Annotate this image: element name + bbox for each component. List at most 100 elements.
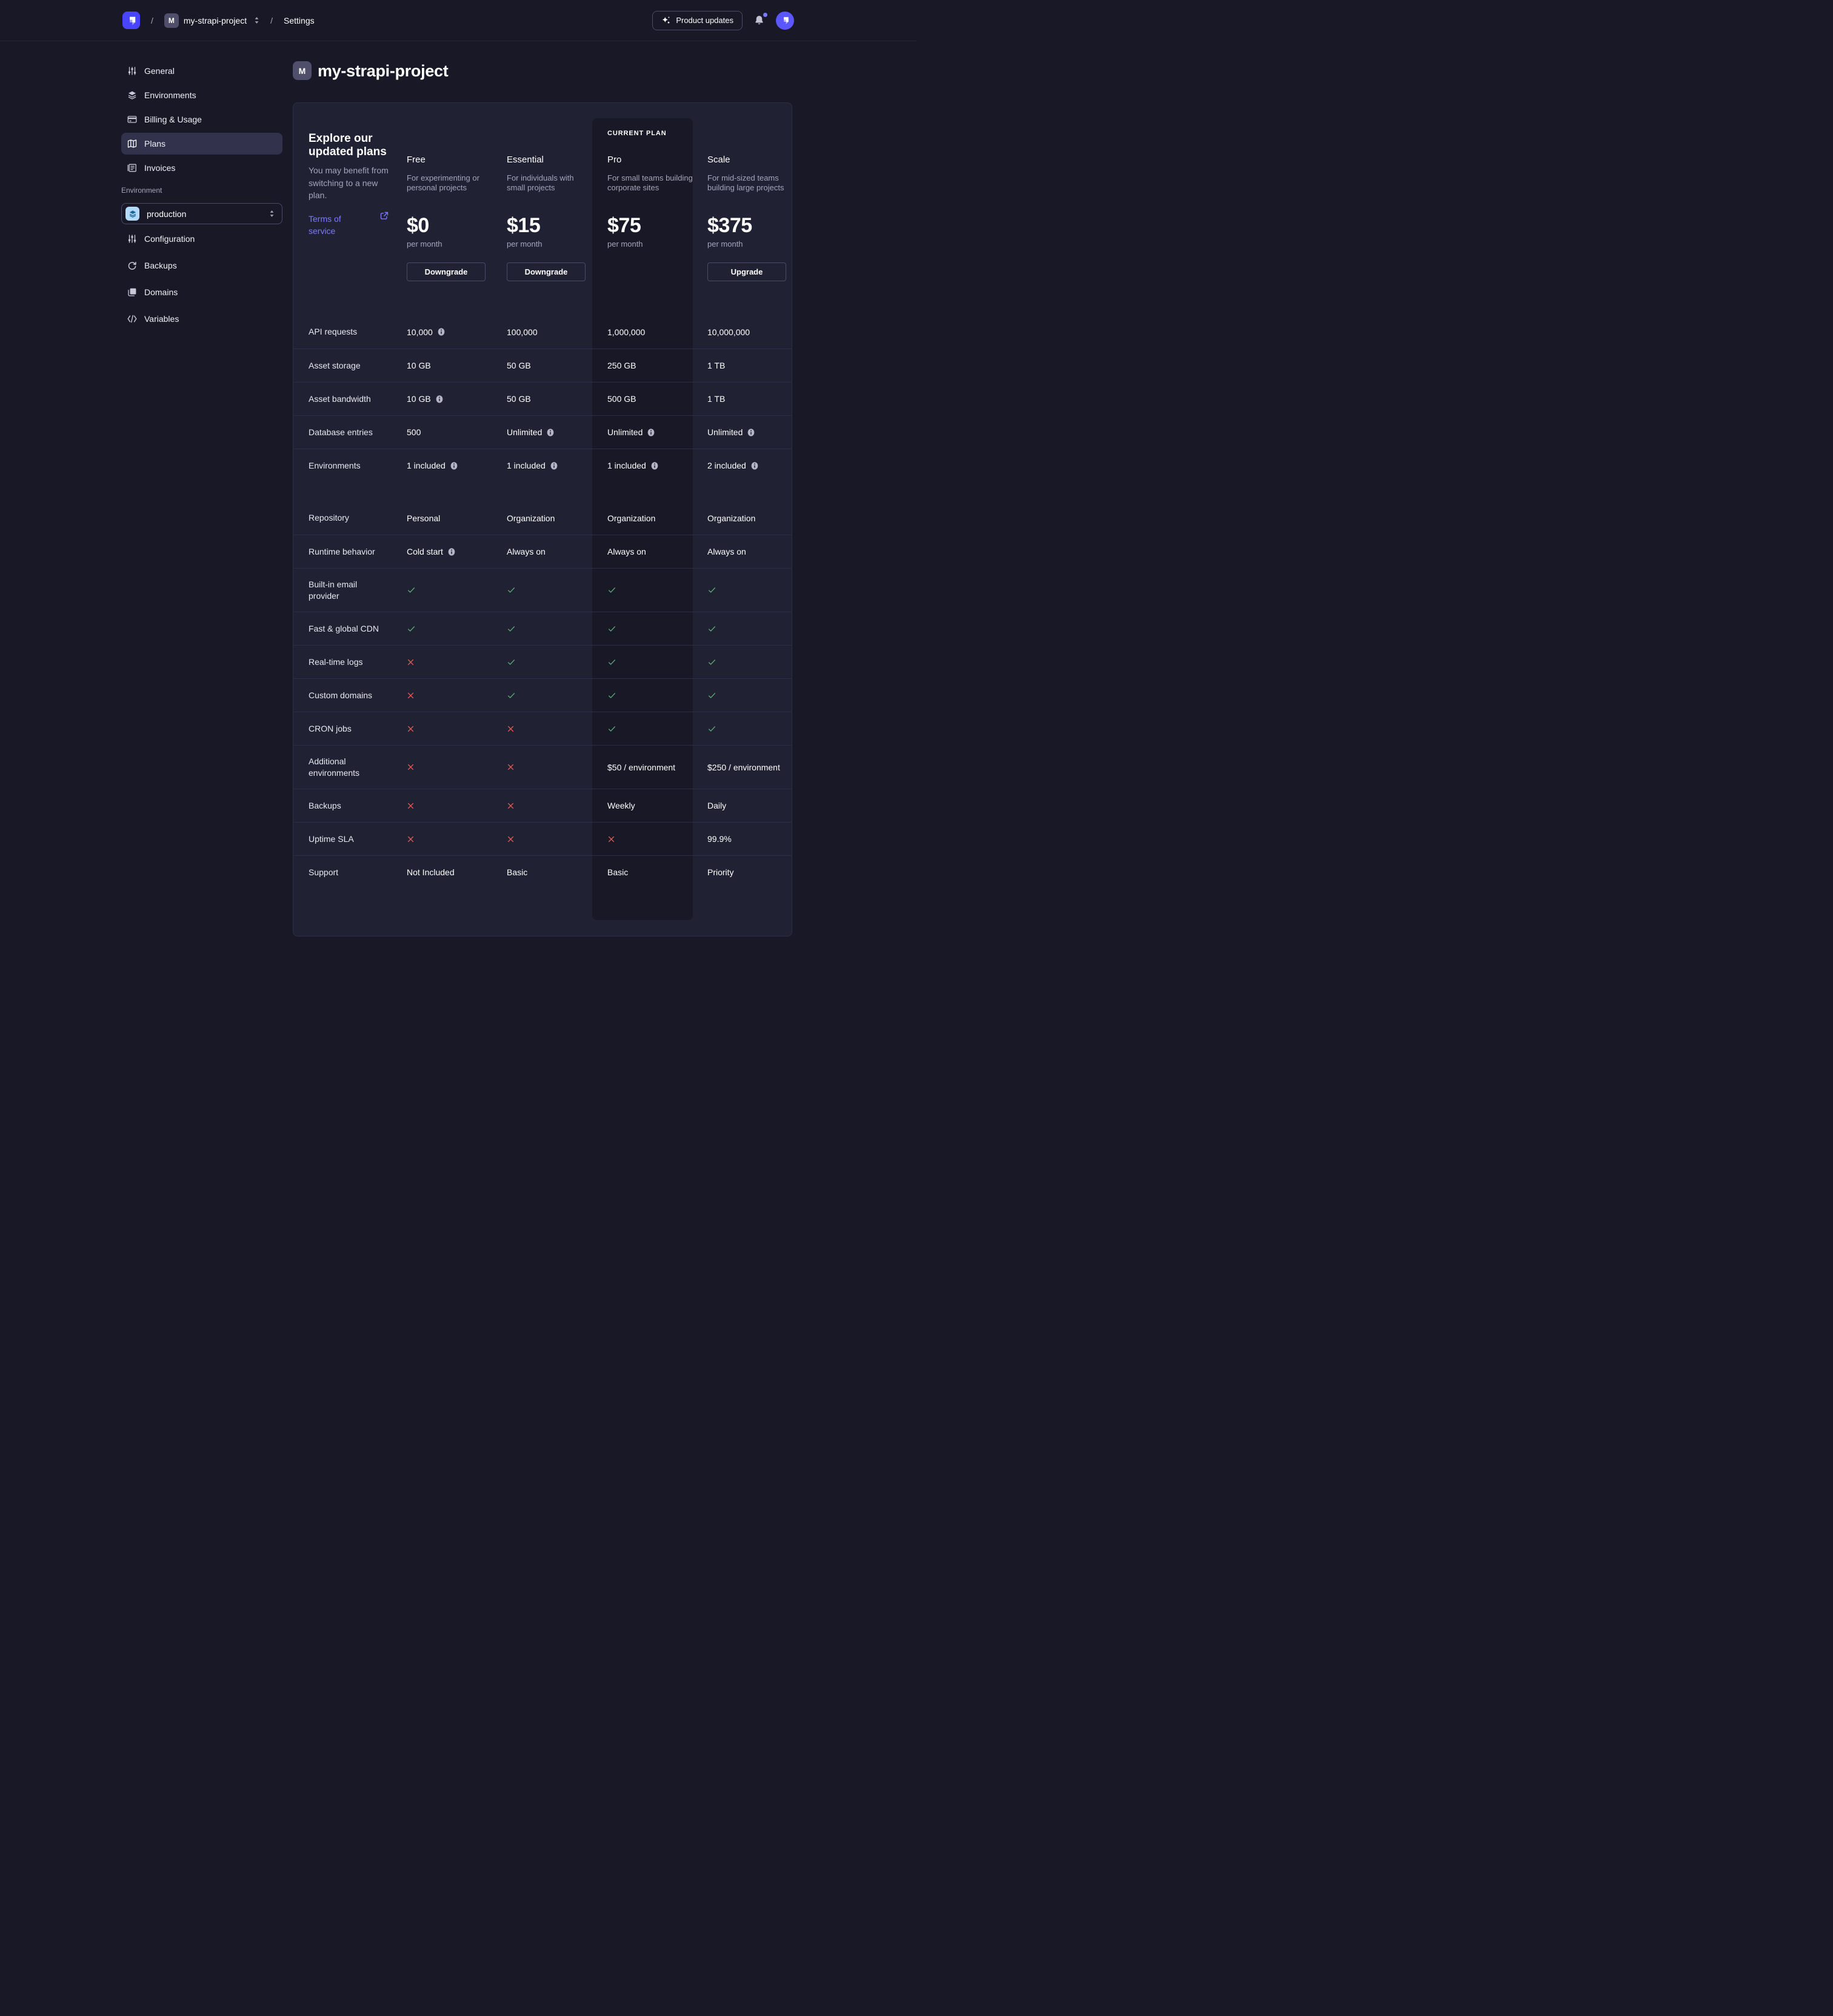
- feature-row: RepositoryPersonalOrganizationOrganizati…: [293, 501, 792, 535]
- feature-value-text: $50 / environment: [607, 763, 675, 772]
- terms-of-service-link[interactable]: Terms of service: [309, 213, 352, 237]
- feature-value-text: 1 TB: [707, 361, 725, 370]
- environment-select[interactable]: production: [121, 203, 282, 224]
- feature-value-text: Organization: [507, 513, 555, 523]
- feature-value: [407, 802, 507, 810]
- environment-select-value: production: [147, 209, 186, 219]
- feature-label: Uptime SLA: [309, 833, 387, 845]
- feature-value: [707, 586, 776, 595]
- cross-icon: [507, 802, 515, 810]
- info-icon[interactable]: [447, 547, 456, 556]
- feature-value-text: Always on: [507, 547, 546, 556]
- sidebar-item-environments[interactable]: Environments: [121, 84, 282, 106]
- plans-header: Explore our updated plans You may benefi…: [293, 103, 792, 315]
- feature-value: [607, 835, 707, 843]
- feature-label: CRON jobs: [309, 723, 387, 735]
- feature-value: Basic: [507, 867, 607, 877]
- check-icon: [607, 586, 616, 595]
- feature-value: [407, 835, 507, 843]
- check-icon: [607, 691, 616, 700]
- feature-value: [507, 691, 607, 700]
- feature-value: 50 GB: [507, 394, 607, 404]
- check-icon: [707, 586, 716, 595]
- feature-row: Built-in email provider: [293, 568, 792, 612]
- sidebar-item-invoices[interactable]: Invoices: [121, 157, 282, 179]
- upgrade-button[interactable]: Upgrade: [707, 262, 786, 281]
- feature-value-text: Basic: [507, 867, 527, 877]
- info-icon[interactable]: [647, 428, 655, 437]
- info-icon[interactable]: [550, 461, 558, 470]
- feature-label: Support: [309, 867, 387, 878]
- feature-value: 2 included: [707, 461, 776, 470]
- info-icon[interactable]: [437, 327, 446, 336]
- cross-icon: [407, 692, 415, 699]
- project-initial-badge: M: [293, 61, 312, 80]
- feature-value-text: 1,000,000: [607, 327, 645, 337]
- downgrade-button[interactable]: Downgrade: [407, 262, 486, 281]
- sidebar-item-backups[interactable]: Backups: [121, 255, 282, 276]
- feature-value: [507, 835, 607, 843]
- feature-value: Always on: [507, 547, 607, 556]
- feature-value-text: Unlimited: [607, 427, 643, 437]
- feature-value-text: Organization: [707, 513, 755, 523]
- strapi-glyph: [125, 15, 138, 27]
- info-icon[interactable]: [750, 461, 759, 470]
- feature-label: Additional environments: [309, 756, 387, 779]
- chevron-up-down-icon: [254, 16, 259, 24]
- sidebar-item-label: Environments: [144, 90, 196, 100]
- feature-label: Fast & global CDN: [309, 623, 387, 635]
- sidebar-item-plans[interactable]: Plans: [121, 133, 282, 155]
- feature-rows: API requests10,000100,0001,000,00010,000…: [293, 315, 792, 889]
- info-icon[interactable]: [435, 395, 444, 404]
- plan-description: For experimenting or personal projects: [407, 173, 493, 193]
- feature-row: Environments1 included1 included1 includ…: [293, 449, 792, 482]
- feature-value: 1 included: [407, 461, 507, 470]
- feature-value-text: 100,000: [507, 327, 538, 337]
- feature-row: CRON jobs: [293, 712, 792, 745]
- feature-value: Personal: [407, 513, 507, 523]
- navbar-actions: Product updates: [652, 11, 794, 30]
- plan-period: per month: [607, 239, 643, 249]
- feature-value: [407, 763, 507, 771]
- feature-value: [407, 725, 507, 733]
- feature-value-text: Not Included: [407, 867, 455, 877]
- feature-value-text: Cold start: [407, 547, 443, 556]
- sidebar-item-configuration[interactable]: Configuration: [121, 228, 282, 250]
- info-icon[interactable]: [650, 461, 659, 470]
- info-icon[interactable]: [747, 428, 755, 437]
- sidebar-item-label: Backups: [144, 261, 177, 270]
- feature-value: [507, 586, 607, 595]
- sidebar-item-variables[interactable]: Variables: [121, 308, 282, 330]
- cross-icon: [407, 725, 415, 733]
- sidebar-item-label: Billing & Usage: [144, 115, 202, 124]
- breadcrumb-separator: /: [149, 16, 156, 25]
- info-icon[interactable]: [450, 461, 458, 470]
- downgrade-button[interactable]: Downgrade: [507, 262, 586, 281]
- cross-icon: [407, 763, 415, 771]
- plans-heading: Explore our updated plans: [309, 132, 390, 158]
- sidebar-item-domains[interactable]: Domains: [121, 281, 282, 303]
- feature-value: [607, 586, 707, 595]
- feature-value: 1 included: [607, 461, 707, 470]
- cross-icon: [407, 835, 415, 843]
- sidebar-item-general[interactable]: General: [121, 60, 282, 82]
- product-updates-button[interactable]: Product updates: [652, 11, 743, 30]
- info-icon[interactable]: [546, 428, 555, 437]
- feature-value-text: 10 GB: [407, 394, 431, 404]
- top-navbar: / M my-strapi-project / Settings Product…: [0, 0, 916, 41]
- invoice-icon: [127, 163, 137, 173]
- sidebar-item-billing-usage[interactable]: Billing & Usage: [121, 108, 282, 130]
- feature-value: 100,000: [507, 327, 607, 337]
- notifications-button[interactable]: [753, 15, 765, 26]
- feature-value: [607, 624, 707, 633]
- strapi-logo-icon[interactable]: [122, 12, 140, 29]
- plan-description: For mid-sized teams building large proje…: [707, 173, 793, 193]
- feature-value: 500 GB: [607, 394, 707, 404]
- feature-row: SupportNot IncludedBasicBasicPriority: [293, 855, 792, 889]
- avatar[interactable]: [776, 12, 794, 30]
- project-switcher[interactable]: M my-strapi-project: [164, 13, 259, 28]
- feature-value-text: 99.9%: [707, 834, 732, 844]
- feature-value: Organization: [707, 513, 776, 523]
- external-link-icon[interactable]: [380, 212, 389, 220]
- check-icon: [707, 658, 716, 667]
